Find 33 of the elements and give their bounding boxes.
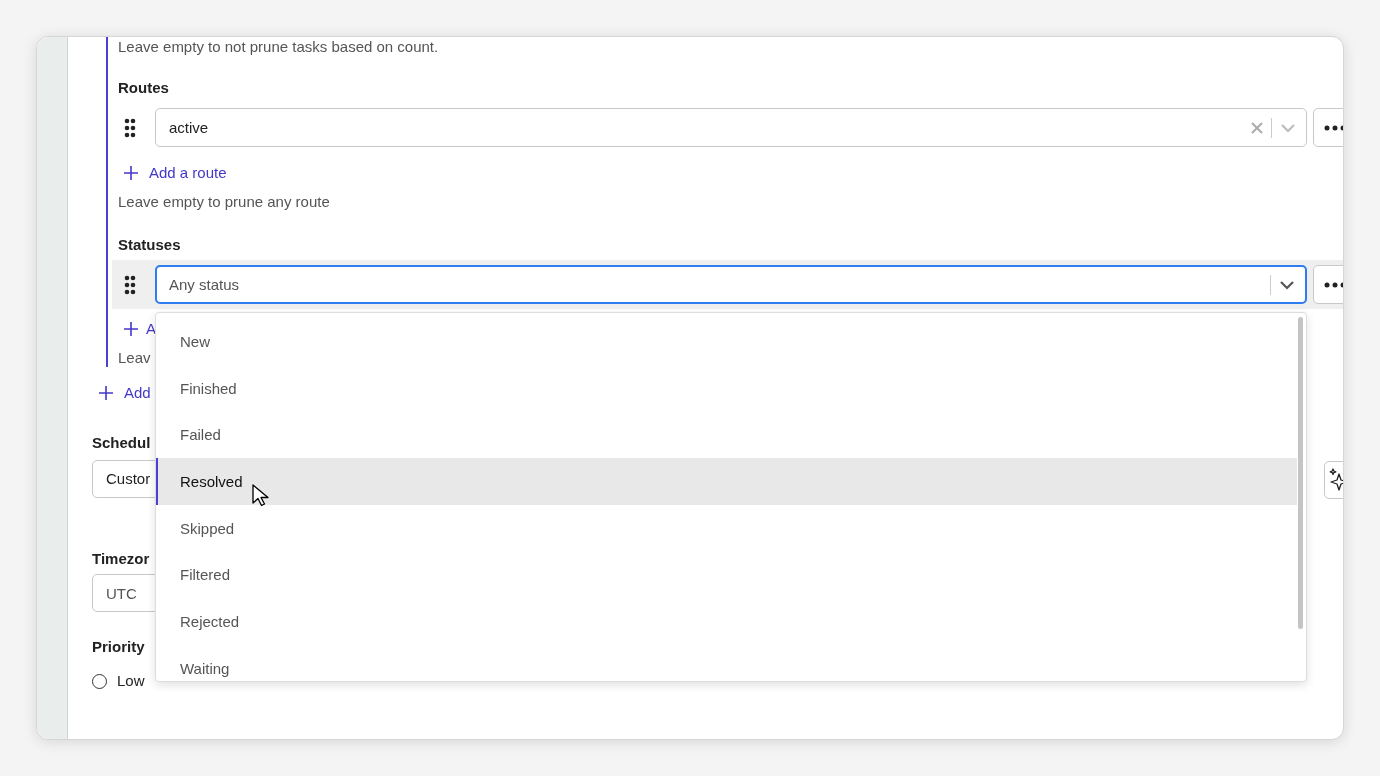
chevron-down-icon[interactable] bbox=[1279, 279, 1295, 290]
hint-text: Leav bbox=[118, 348, 151, 368]
scrollbar[interactable] bbox=[1298, 317, 1303, 629]
field-label: Priority bbox=[92, 637, 145, 657]
field-label: Schedul bbox=[92, 433, 151, 453]
dropdown-option[interactable]: Failed bbox=[156, 411, 1297, 459]
select-value: active bbox=[169, 119, 210, 136]
dropdown-option[interactable]: Skipped bbox=[156, 504, 1297, 552]
field-label: Statuses bbox=[118, 235, 181, 255]
plus-icon bbox=[123, 321, 139, 337]
dropdown-option[interactable]: Filtered bbox=[156, 551, 1297, 599]
more-icon bbox=[1324, 124, 1343, 131]
field-label: Timezor bbox=[92, 549, 150, 569]
select-placeholder: Any status bbox=[169, 276, 241, 293]
plus-icon bbox=[98, 385, 114, 401]
add-link[interactable]: Add bbox=[98, 383, 151, 403]
dropdown-option[interactable]: Finished bbox=[156, 364, 1297, 412]
add-route-link[interactable]: Add a route bbox=[123, 163, 227, 183]
cursor-icon bbox=[252, 484, 270, 508]
field-label: Routes bbox=[118, 78, 169, 98]
plus-icon bbox=[123, 165, 139, 181]
status-select[interactable]: Any status bbox=[155, 265, 1307, 304]
drag-handle-icon[interactable] bbox=[124, 274, 136, 295]
dropdown-option[interactable]: Rejected bbox=[156, 598, 1297, 645]
add-status-link[interactable]: A bbox=[123, 319, 156, 339]
dropdown-option[interactable]: New bbox=[156, 318, 1297, 365]
dropdown-option[interactable]: Waiting bbox=[156, 644, 1297, 681]
priority-radio[interactable]: Low bbox=[92, 671, 145, 691]
hint-text: Leave empty to prune any route bbox=[118, 192, 330, 212]
drag-handle-icon[interactable] bbox=[124, 117, 136, 138]
hint-text: Leave empty to not prune tasks based on count. bbox=[118, 37, 439, 57]
dropdown-option[interactable]: Resolved bbox=[156, 458, 1297, 505]
more-icon bbox=[1324, 281, 1343, 288]
